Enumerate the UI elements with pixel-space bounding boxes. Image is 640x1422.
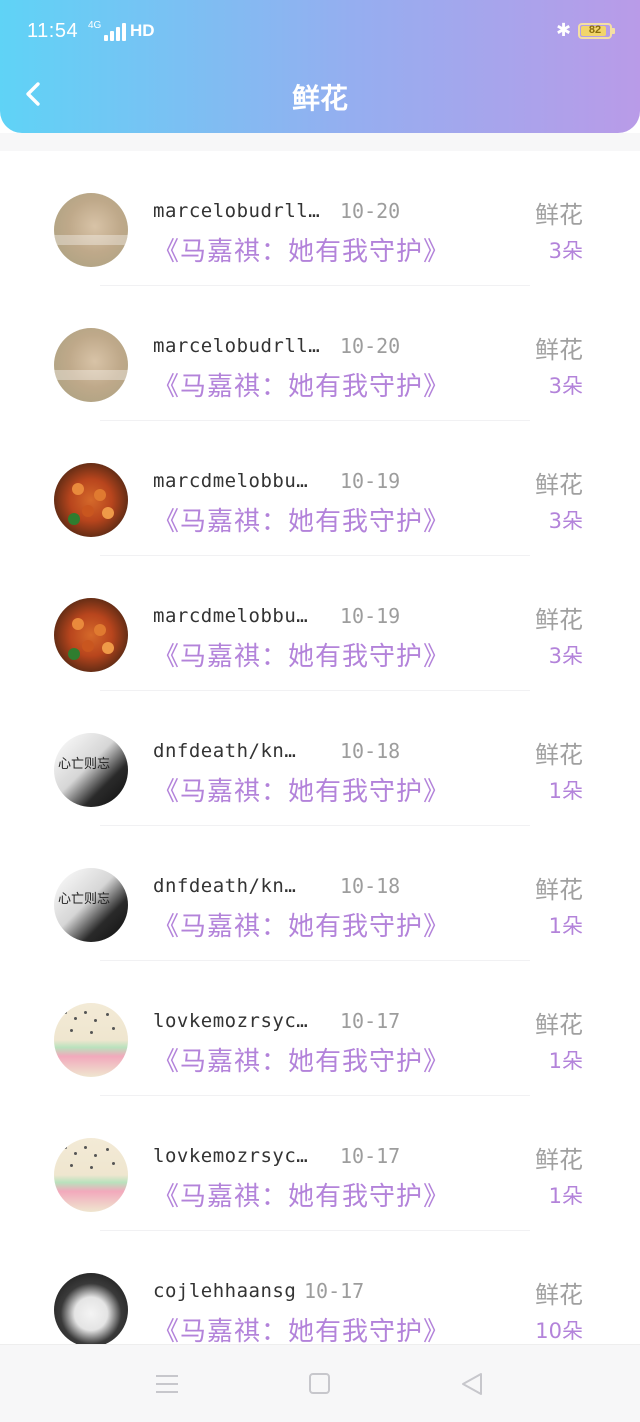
book-title[interactable]: 《马嘉祺：她有我守护》 — [153, 636, 450, 673]
list-item[interactable]: marcdmelobbu… 10-19 《马嘉祺：她有我守护》 鲜花 3朵 — [0, 421, 640, 556]
book-title[interactable]: 《马嘉祺：她有我守护》 — [153, 771, 450, 808]
gift-date: 10-20 — [340, 199, 401, 223]
avatar[interactable] — [54, 193, 128, 267]
gift-date: 10-17 — [340, 1144, 401, 1168]
avatar[interactable] — [54, 1273, 128, 1344]
user-name: lovkemozrsyc… — [153, 1010, 309, 1032]
avatar[interactable] — [54, 463, 128, 537]
user-name: marcdmelobbu… — [153, 470, 309, 492]
avatar-text: 心亡则忘 — [58, 757, 111, 772]
user-name: marcelobudrll… — [153, 335, 321, 357]
gift-count: 10朵 — [535, 1319, 583, 1343]
gift-date: 10-18 — [340, 874, 401, 898]
menu-icon[interactable] — [156, 1374, 178, 1394]
book-title[interactable]: 《马嘉祺：她有我守护》 — [153, 231, 450, 268]
gift-type: 鲜花 — [535, 336, 583, 364]
home-square-icon[interactable] — [309, 1373, 330, 1394]
avatar[interactable] — [54, 1138, 128, 1212]
list-item[interactable]: lovkemozrsyc… 10-17 《马嘉祺：她有我守护》 鲜花 1朵 — [0, 1096, 640, 1231]
status-time: 11:54 — [27, 20, 79, 42]
gift-count: 3朵 — [548, 239, 583, 263]
avatar-text: 心亡则忘 — [58, 892, 111, 907]
user-name: marcelobudrll… — [153, 200, 321, 222]
battery-level-text: 82 — [588, 24, 602, 36]
book-title[interactable]: 《马嘉祺：她有我守护》 — [153, 501, 450, 538]
user-name: marcdmelobbu… — [153, 605, 309, 627]
avatar[interactable]: 心亡则忘 — [54, 733, 128, 807]
avatar[interactable] — [54, 328, 128, 402]
network-type: 4G — [88, 20, 102, 31]
gift-date: 10-17 — [340, 1009, 401, 1033]
system-nav-bar — [0, 1344, 640, 1422]
list-item[interactable]: marcdmelobbu… 10-19 《马嘉祺：她有我守护》 鲜花 3朵 — [0, 556, 640, 691]
book-title[interactable]: 《马嘉祺：她有我守护》 — [153, 1041, 450, 1078]
list-item[interactable]: lovkemozrsyc… 10-17 《马嘉祺：她有我守护》 鲜花 1朵 — [0, 961, 640, 1096]
flower-gift-list: marcelobudrll… 10-20 《马嘉祺：她有我守护》 鲜花 3朵 m… — [0, 151, 640, 1344]
list-item[interactable]: cojlehhaansg 10-17 《马嘉祺：她有我守护》 鲜花 10朵 — [0, 1231, 640, 1344]
user-name: dnfdeath/kn… — [153, 875, 297, 897]
avatar[interactable] — [54, 598, 128, 672]
gift-type: 鲜花 — [535, 1146, 583, 1174]
gift-type: 鲜花 — [535, 741, 583, 769]
gift-date: 10-19 — [340, 604, 401, 628]
gift-type: 鲜花 — [535, 471, 583, 499]
gift-count: 1朵 — [548, 1049, 583, 1073]
back-triangle-icon[interactable] — [460, 1372, 484, 1396]
signal-icon — [104, 21, 126, 41]
battery-icon: 82 — [578, 23, 612, 39]
status-bar: 11:54 4G HD ✱ 82 — [0, 0, 640, 64]
gift-type: 鲜花 — [535, 201, 583, 229]
battery-tip — [612, 28, 615, 34]
gift-count: 3朵 — [548, 374, 583, 398]
gift-count: 1朵 — [548, 1184, 583, 1208]
list-item[interactable]: 心亡则忘 dnfdeath/kn… 10-18 《马嘉祺：她有我守护》 鲜花 1… — [0, 826, 640, 961]
gift-count: 1朵 — [548, 914, 583, 938]
gift-count: 3朵 — [548, 509, 583, 533]
gift-count: 1朵 — [548, 779, 583, 803]
gift-date: 10-19 — [340, 469, 401, 493]
list-item[interactable]: marcelobudrll… 10-20 《马嘉祺：她有我守护》 鲜花 3朵 — [0, 151, 640, 286]
hd-indicator: HD — [130, 21, 155, 40]
user-name: lovkemozrsyc… — [153, 1145, 309, 1167]
avatar[interactable]: 心亡则忘 — [54, 868, 128, 942]
app-header: 11:54 4G HD ✱ 82 鲜花 — [0, 0, 640, 133]
bluetooth-icon: ✱ — [556, 20, 572, 41]
book-title[interactable]: 《马嘉祺：她有我守护》 — [153, 366, 450, 403]
gift-type: 鲜花 — [535, 876, 583, 904]
list-item[interactable]: marcelobudrll… 10-20 《马嘉祺：她有我守护》 鲜花 3朵 — [0, 286, 640, 421]
user-name: dnfdeath/kn… — [153, 740, 297, 762]
user-name: cojlehhaansg — [153, 1280, 297, 1302]
list-item[interactable]: 心亡则忘 dnfdeath/kn… 10-18 《马嘉祺：她有我守护》 鲜花 1… — [0, 691, 640, 826]
gift-type: 鲜花 — [535, 1011, 583, 1039]
header-spacer — [0, 133, 640, 151]
book-title[interactable]: 《马嘉祺：她有我守护》 — [153, 906, 450, 943]
gift-count: 3朵 — [548, 644, 583, 668]
gift-type: 鲜花 — [535, 606, 583, 634]
page-title: 鲜花 — [291, 82, 348, 115]
gift-date: 10-18 — [340, 739, 401, 763]
gift-type: 鲜花 — [535, 1281, 583, 1309]
avatar[interactable] — [54, 1003, 128, 1077]
gift-date: 10-17 — [304, 1279, 365, 1303]
gift-date: 10-20 — [340, 334, 401, 358]
book-title[interactable]: 《马嘉祺：她有我守护》 — [153, 1311, 450, 1344]
book-title[interactable]: 《马嘉祺：她有我守护》 — [153, 1176, 450, 1213]
